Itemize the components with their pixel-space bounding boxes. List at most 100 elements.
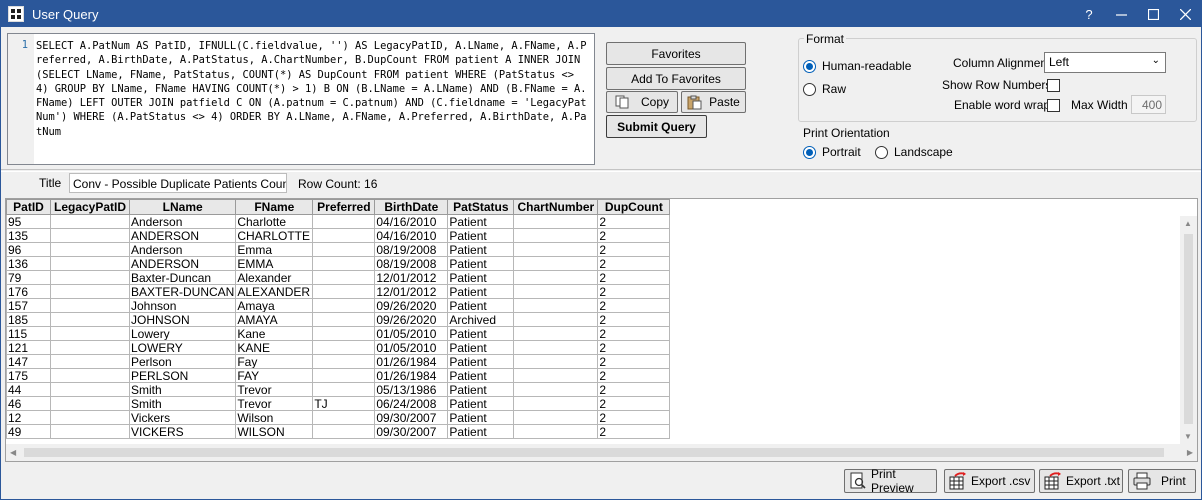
- horizontal-scrollbar[interactable]: ◀ ▶: [6, 444, 1197, 461]
- radio-selected-icon: [803, 145, 816, 159]
- table-cell: [50, 340, 130, 355]
- export-txt-button[interactable]: Export .txt: [1039, 469, 1123, 493]
- table-cell: AMAYA: [235, 312, 314, 327]
- line-number-gutter: 1: [8, 34, 34, 164]
- table-row[interactable]: 95 Anderson Charlotte 04/16/2010 Patient 2: [6, 214, 671, 229]
- portrait-radio[interactable]: Portrait: [803, 145, 861, 159]
- scroll-down-icon[interactable]: ▼: [1184, 432, 1192, 441]
- table-cell: 147: [6, 354, 51, 369]
- splitter[interactable]: [1, 169, 1201, 172]
- table-cell: [513, 340, 599, 355]
- show-row-numbers-label: Show Row Numbers: [942, 78, 1052, 92]
- table-cell: ALEXANDER: [235, 284, 314, 299]
- table-row[interactable]: 115 Lowery Kane 01/05/2010 Patient 2: [6, 326, 671, 341]
- print-preview-button[interactable]: Print Preview: [844, 467, 937, 495]
- table-cell: 2: [597, 312, 671, 327]
- table-row[interactable]: 49 VICKERS WILSON 09/30/2007 Patient 2: [6, 424, 671, 439]
- print-button[interactable]: Print: [1128, 469, 1196, 493]
- column-header-dupcount[interactable]: DupCount: [597, 199, 671, 215]
- copy-button[interactable]: Copy: [606, 91, 678, 113]
- table-cell: [312, 312, 376, 327]
- minimize-button[interactable]: [1105, 1, 1137, 27]
- table-cell: 09/26/2020: [374, 312, 449, 327]
- export-csv-label: Export .csv: [971, 474, 1031, 488]
- enable-word-wrap-checkbox[interactable]: [1047, 99, 1060, 112]
- column-header-preferred[interactable]: Preferred: [312, 199, 376, 215]
- table-row[interactable]: 121 LOWERY KANE 01/05/2010 Patient 2: [6, 340, 671, 355]
- add-to-favorites-label: Add To Favorites: [631, 71, 721, 86]
- table-cell: Lowery: [128, 326, 237, 341]
- submit-query-button[interactable]: Submit Query: [606, 115, 707, 138]
- table-cell: 2: [597, 284, 671, 299]
- table-row[interactable]: 96 Anderson Emma 08/19/2008 Patient 2: [6, 242, 671, 257]
- paste-button[interactable]: Paste: [681, 91, 746, 113]
- query-editor[interactable]: 1 SELECT A.PatNum AS PatID, IFNULL(C.fie…: [7, 33, 595, 165]
- table-cell: [50, 270, 130, 285]
- table-cell: [513, 424, 599, 439]
- scroll-right-icon[interactable]: ▶: [1187, 448, 1193, 457]
- column-alignment-select[interactable]: Left ⌄: [1044, 52, 1166, 73]
- scroll-up-icon[interactable]: ▲: [1184, 219, 1192, 228]
- add-to-favorites-button[interactable]: Add To Favorites: [606, 67, 746, 90]
- table-row[interactable]: 147 Perlson Fay 01/26/1984 Patient 2: [6, 354, 671, 369]
- scroll-left-icon[interactable]: ◀: [10, 448, 16, 457]
- table-cell: [50, 214, 130, 229]
- table-row[interactable]: 157 Johnson Amaya 09/26/2020 Patient 2: [6, 298, 671, 313]
- table-cell: [50, 298, 130, 313]
- column-header-patstatus[interactable]: PatStatus: [447, 199, 515, 215]
- title-bar: User Query ?: [1, 1, 1201, 27]
- table-cell: 12/01/2012: [374, 284, 449, 299]
- table-cell: [513, 284, 599, 299]
- table-cell: Trevor: [235, 396, 314, 411]
- horizontal-scroll-thumb[interactable]: [24, 448, 1164, 457]
- table-cell: [312, 270, 376, 285]
- table-row[interactable]: 79 Baxter-Duncan Alexander 12/01/2012 Patien…: [6, 270, 671, 285]
- close-button[interactable]: [1169, 1, 1201, 27]
- help-button[interactable]: ?: [1073, 1, 1105, 27]
- table-cell: [312, 368, 376, 383]
- print-orientation-label: Print Orientation: [803, 126, 890, 140]
- column-header-patid[interactable]: PatID: [6, 199, 51, 215]
- table-cell: 121: [6, 340, 51, 355]
- favorites-button[interactable]: Favorites: [606, 42, 746, 65]
- paste-icon: [687, 95, 702, 109]
- show-row-numbers-checkbox[interactable]: [1047, 79, 1060, 92]
- maximize-button[interactable]: [1137, 1, 1169, 27]
- column-header-lname[interactable]: LName: [128, 199, 237, 215]
- table-row[interactable]: 12 Vickers Wilson 09/30/2007 Patient 2: [6, 410, 671, 425]
- submit-query-label: Submit Query: [617, 119, 696, 134]
- column-header-legacypatid[interactable]: LegacyPatID: [50, 199, 130, 215]
- vertical-scrollbar[interactable]: ▲ ▼: [1180, 216, 1197, 444]
- column-header-birthdate[interactable]: BirthDate: [374, 199, 449, 215]
- max-width-label: Max Width: [1071, 98, 1128, 112]
- table-cell: JOHNSON: [128, 312, 237, 327]
- query-text[interactable]: SELECT A.PatNum AS PatID, IFNULL(C.field…: [36, 39, 592, 139]
- column-header-fname[interactable]: FName: [235, 199, 314, 215]
- table-cell: 2: [597, 242, 671, 257]
- table-cell: 2: [597, 424, 671, 439]
- table-row[interactable]: 175 PERLSON FAY 01/26/1984 Patient 2: [6, 368, 671, 383]
- table-cell: PERLSON: [128, 368, 237, 383]
- table-row[interactable]: 46 Smith Trevor TJ 06/24/2008 Patient 2: [6, 396, 671, 411]
- column-header-chartnumber[interactable]: ChartNumber: [513, 199, 599, 215]
- report-title-input[interactable]: Conv - Possible Duplicate Patients Count: [69, 173, 287, 193]
- human-readable-radio[interactable]: Human-readable: [803, 59, 911, 73]
- max-width-input[interactable]: 400: [1131, 95, 1166, 114]
- vertical-scroll-thumb[interactable]: [1184, 234, 1193, 424]
- export-csv-button[interactable]: Export .csv: [944, 469, 1035, 493]
- table-row[interactable]: 185 JOHNSON AMAYA 09/26/2020 Archived 2: [6, 312, 671, 327]
- table-row[interactable]: 176 BAXTER-DUNCAN ALEXANDER 12/01/2012 Patie…: [6, 284, 671, 299]
- app-grid-icon: [8, 6, 24, 22]
- table-cell: TJ: [312, 396, 376, 411]
- table-row[interactable]: 44 Smith Trevor 05/13/1986 Patient 2: [6, 382, 671, 397]
- human-readable-label: Human-readable: [822, 59, 912, 73]
- table-cell: 135: [6, 228, 51, 243]
- table-cell: 08/19/2008: [374, 242, 449, 257]
- raw-radio[interactable]: Raw: [803, 82, 846, 96]
- table-row[interactable]: 135 ANDERSON CHARLOTTE 04/16/2010 Patient 2: [6, 228, 671, 243]
- results-grid[interactable]: PatID LegacyPatID LName FName Preferred Birth…: [5, 198, 1198, 462]
- table-cell: [513, 382, 599, 397]
- landscape-radio[interactable]: Landscape: [875, 145, 953, 159]
- table-row[interactable]: 136 ANDERSON EMMA 08/19/2008 Patient 2: [6, 256, 671, 271]
- table-cell: Charlotte: [235, 214, 314, 229]
